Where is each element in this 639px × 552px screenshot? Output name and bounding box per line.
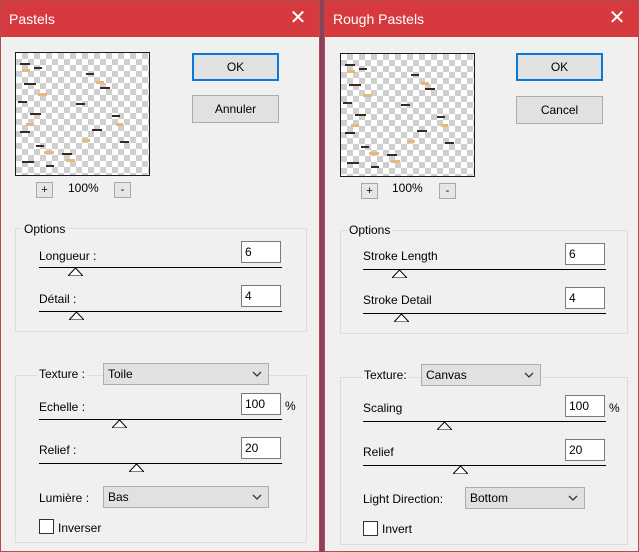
relief-slider-thumb[interactable] [129,464,144,472]
chevron-down-icon [524,372,534,378]
light-direction-select[interactable]: Bas [103,486,269,508]
light-direction-value: Bas [108,490,129,504]
ok-button[interactable]: OK [192,53,279,81]
zoom-out-button[interactable]: - [114,182,131,198]
texture-select[interactable]: Toile [103,363,269,385]
preview-texture [18,63,129,167]
texture-label: Texture: [362,368,409,382]
texture-select-value: Canvas [426,368,467,382]
light-direction-select[interactable]: Bottom [465,487,585,509]
stroke-length-input[interactable]: 6 [241,241,281,263]
scaling-input[interactable]: 100 [565,395,605,417]
zoom-in-button[interactable]: + [361,183,378,199]
chevron-down-icon [568,495,578,501]
stroke-detail-input[interactable]: 4 [565,287,605,309]
relief-label: Relief : [39,443,77,457]
stroke-length-slider-thumb[interactable] [392,270,407,278]
stroke-length-label: Stroke Length [363,249,438,263]
options-legend: Options [22,222,68,236]
relief-slider-track[interactable] [39,463,282,464]
close-icon[interactable]: ✕ [600,3,634,33]
stroke-length-slider-thumb[interactable] [68,268,83,276]
light-direction-label: Lumière : [39,491,90,505]
stroke-length-label: Longueur : [39,249,97,263]
dialog-title: Rough Pastels [333,11,425,27]
invert-checkbox[interactable] [363,521,378,536]
light-direction-value: Bottom [470,491,509,505]
zoom-in-button[interactable]: + [36,182,53,198]
scaling-percent: % [609,401,620,415]
scaling-slider-track[interactable] [363,421,606,422]
texture-label: Texture : [37,367,88,381]
scaling-label: Scaling [363,401,403,415]
stroke-detail-input[interactable]: 4 [241,285,281,307]
relief-slider-track[interactable] [363,465,606,466]
zoom-level: 100% [68,181,99,195]
stroke-detail-slider-thumb[interactable] [394,314,409,322]
scaling-slider-thumb[interactable] [112,420,127,428]
scaling-label: Echelle : [39,400,86,414]
close-icon[interactable]: ✕ [281,3,315,33]
title-bar[interactable]: Pastels ✕ [1,1,319,37]
stroke-length-input[interactable]: 6 [565,243,605,265]
scaling-slider-track[interactable] [39,419,282,420]
texture-select[interactable]: Canvas [421,364,541,386]
texture-select-value: Toile [108,367,133,381]
cancel-button[interactable]: Cancel [516,96,603,124]
preview-texture [343,64,454,168]
stroke-detail-label: Stroke Detail [363,293,432,307]
light-direction-label: Light Direction: [363,492,444,506]
relief-label: Relief [363,445,394,459]
scaling-input[interactable]: 100 [241,393,281,415]
zoom-out-button[interactable]: - [439,183,456,199]
relief-slider-thumb[interactable] [453,466,468,474]
preview-pane[interactable] [15,52,150,176]
rough-pastels-dialog: Rough Pastels ✕ + 100% - OK Cancel Optio… [324,0,639,552]
zoom-level: 100% [392,181,423,195]
cancel-button[interactable]: Annuler [192,95,279,123]
preview-pane[interactable] [340,53,475,177]
stroke-detail-slider-thumb[interactable] [69,312,84,320]
stroke-detail-label: Détail : [39,292,77,306]
invert-label: Invert [382,522,413,536]
pastels-dialog: Pastels ✕ + 100% - OK Annuler Options Lo… [0,0,320,552]
scaling-percent: % [285,399,296,413]
invert-label: Inverser [58,521,102,535]
options-legend: Options [347,223,393,237]
dialog-title: Pastels [9,11,55,27]
title-bar[interactable]: Rough Pastels ✕ [325,1,638,37]
chevron-down-icon [252,494,262,500]
relief-input[interactable]: 20 [565,439,605,461]
invert-checkbox[interactable] [39,519,54,534]
relief-input[interactable]: 20 [241,437,281,459]
ok-button[interactable]: OK [516,53,603,81]
scaling-slider-thumb[interactable] [437,422,452,430]
chevron-down-icon [252,371,262,377]
